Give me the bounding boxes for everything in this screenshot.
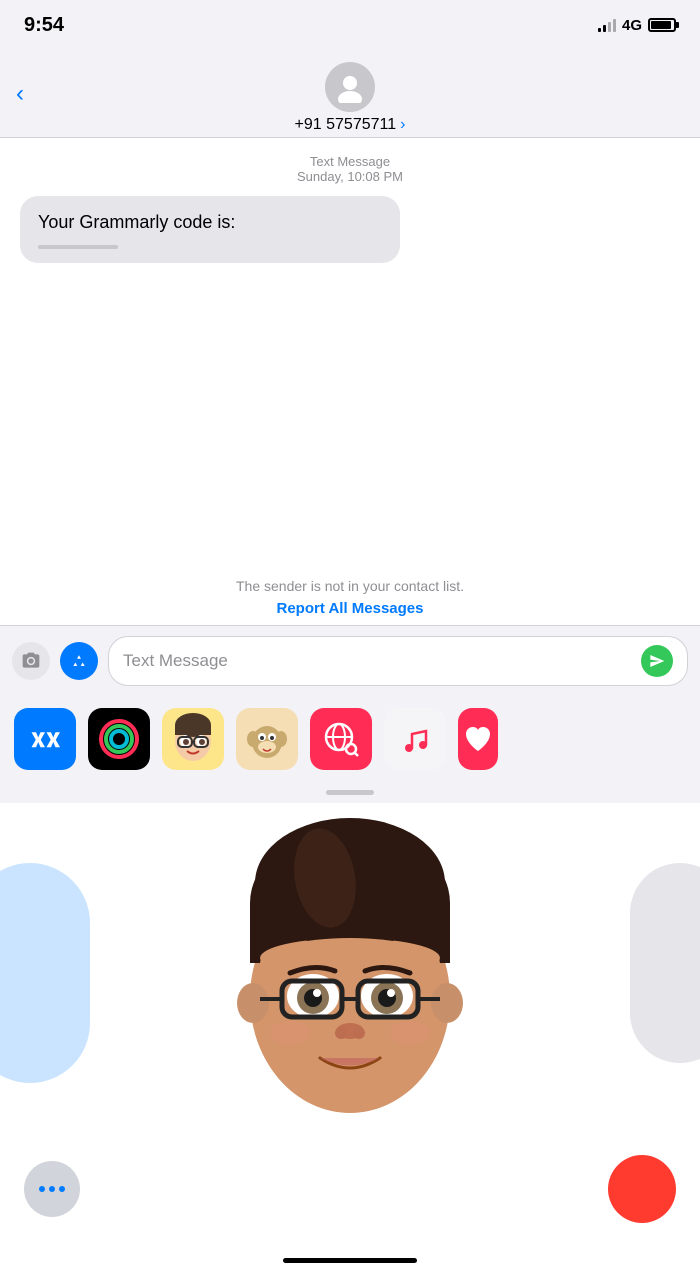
app-icon-globe-search[interactable]	[310, 708, 372, 770]
status-icons: 4G	[598, 17, 676, 34]
drag-handle	[0, 782, 700, 803]
app-icon-appstore[interactable]	[14, 708, 76, 770]
message-header: Text Message Sunday, 10:08 PM	[16, 154, 684, 184]
status-time: 9:54	[24, 14, 64, 37]
contact-avatar	[325, 62, 375, 112]
more-button[interactable]	[24, 1161, 80, 1217]
memoji-panel	[0, 803, 700, 1243]
memoji-sticker-icon	[167, 713, 219, 765]
home-indicator-bar	[283, 1258, 417, 1263]
app-icon-music[interactable]	[384, 708, 446, 770]
battery-fill	[651, 21, 671, 29]
person-icon	[334, 71, 366, 103]
message-text: Your Grammarly code is:	[38, 210, 382, 235]
app-icon-monkey[interactable]	[236, 708, 298, 770]
text-input-placeholder: Text Message	[123, 651, 228, 671]
drag-handle-bar	[326, 790, 374, 795]
more-dots-icon	[39, 1186, 65, 1192]
send-icon	[649, 653, 665, 669]
memoji-right-partial	[630, 863, 700, 1063]
battery-icon	[648, 18, 676, 32]
app-icons-row	[0, 696, 700, 782]
input-bar: Text Message	[0, 625, 700, 696]
send-button[interactable]	[641, 645, 673, 677]
message-loading-bar	[38, 245, 118, 249]
report-messages-link[interactable]: Report All Messages	[16, 600, 684, 617]
text-input-container[interactable]: Text Message	[108, 636, 688, 686]
signal-bars-icon	[598, 18, 616, 32]
network-type: 4G	[622, 17, 642, 34]
appstore-input-button[interactable]	[60, 642, 98, 680]
contact-info[interactable]: +91 57575711 ›	[295, 116, 406, 134]
camera-button[interactable]	[12, 642, 50, 680]
fitness-rings-icon	[97, 717, 141, 761]
app-icon-memoji[interactable]	[162, 708, 224, 770]
messages-area: Text Message Sunday, 10:08 PM Your Gramm…	[0, 138, 700, 558]
contact-notice: The sender is not in your contact list. …	[0, 558, 700, 625]
contact-chevron-icon: ›	[400, 116, 405, 134]
app-icon-heart[interactable]	[458, 708, 498, 770]
appstore-row-icon	[27, 721, 63, 757]
camera-icon	[21, 651, 41, 671]
memoji-center-face	[220, 813, 480, 1148]
heart-icon	[462, 723, 494, 755]
status-bar: 9:54 4G	[0, 0, 700, 50]
back-button[interactable]: ‹	[16, 80, 24, 108]
message-type-label: Text Message	[16, 154, 684, 169]
bottom-controls	[0, 1155, 700, 1223]
nav-bar: ‹ +91 57575711 ›	[0, 50, 700, 138]
contact-number: +91 57575711	[295, 116, 397, 134]
message-bubble: Your Grammarly code is:	[20, 196, 400, 263]
monkey-sticker-icon	[245, 717, 289, 761]
memoji-face-svg	[220, 813, 480, 1143]
app-icon-fitness[interactable]	[88, 708, 150, 770]
appstore-input-icon	[68, 650, 90, 672]
globe-search-icon	[322, 720, 360, 758]
memoji-left-partial	[0, 863, 90, 1083]
message-timestamp: Sunday, 10:08 PM	[16, 169, 684, 184]
record-button[interactable]	[608, 1155, 676, 1223]
contact-notice-text: The sender is not in your contact list.	[16, 578, 684, 594]
music-note-icon	[396, 720, 434, 758]
home-indicator	[0, 1243, 700, 1277]
